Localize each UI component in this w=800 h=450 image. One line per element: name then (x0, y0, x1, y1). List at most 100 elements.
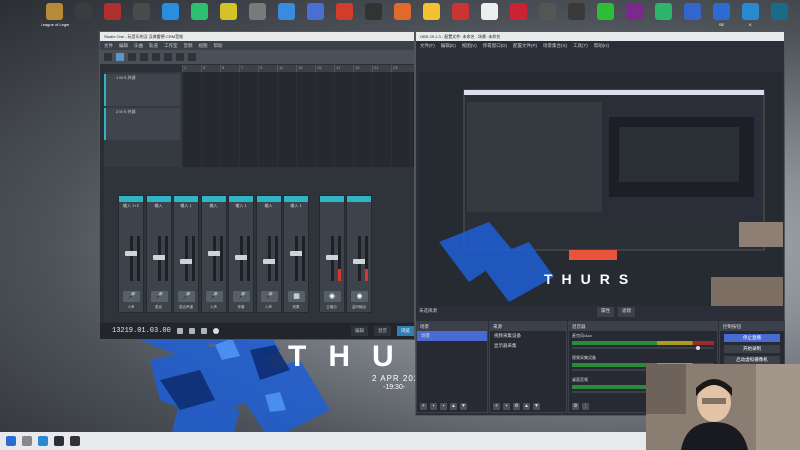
add-icon[interactable]: + (493, 403, 500, 410)
desktop-icon[interactable] (765, 0, 794, 34)
trash-icon[interactable]: ▪ (430, 403, 437, 410)
obs-menu-item[interactable]: 编辑(E) (441, 43, 456, 49)
rewind-icon[interactable] (176, 328, 183, 334)
source-item[interactable]: 视频采集设备 (490, 331, 566, 341)
start-recording-button[interactable]: 开始录制 (724, 345, 780, 353)
desktop-icon[interactable] (98, 0, 127, 34)
virtual-camera-button[interactable]: 启动虚拟摄像机 (724, 356, 780, 364)
obs-menu-item[interactable]: 文件(F) (420, 43, 435, 49)
desktop-icon[interactable] (678, 0, 707, 34)
down-icon[interactable]: ▼ (533, 403, 540, 410)
desktop-icon[interactable] (504, 0, 533, 34)
studio-one-window[interactable]: Studio One - 玩音乐的汉 汉弗雷德·CRM音效 文件 编辑 乐曲 轨道 工作… (99, 31, 415, 340)
tool-select-icon[interactable] (116, 53, 124, 61)
mixer-channel-strip[interactable]: 输入 🎤 麦克 (145, 195, 172, 313)
desktop-icon[interactable] (127, 0, 156, 34)
mixer-channel-strip[interactable]: 输入 1+2 🎤 人声 (118, 195, 144, 313)
up-icon[interactable]: ▲ (523, 403, 530, 410)
timeline-ruler[interactable]: 1 3 5 7 9 11 13 15 17 19 21 23 (182, 65, 414, 72)
mixer-channel-strip[interactable]: 输入 1 ▦ 效果 (283, 195, 309, 313)
obs-menu-item[interactable]: 帮助(H) (594, 43, 609, 49)
tool-mute-icon[interactable] (164, 53, 172, 61)
tab-edit[interactable]: 编辑 (351, 326, 368, 336)
mixer-channel-strip[interactable]: 输入 🎤 人声 (255, 195, 282, 313)
desktop-icon[interactable]: K (736, 0, 765, 34)
play-icon[interactable] (188, 328, 195, 334)
up-icon[interactable]: ▲ (450, 403, 457, 410)
tool-pencil-icon[interactable] (128, 53, 136, 61)
menu-icon[interactable]: ⋮ (582, 403, 589, 410)
microphone-icon[interactable]: ▦ (288, 291, 305, 302)
desktop-icon[interactable]: League of Legends (40, 0, 69, 34)
desktop-icon[interactable] (388, 0, 417, 34)
filters-button[interactable]: 滤镜 (618, 307, 635, 317)
mixer-channel-strip[interactable]: 输入 1 🎤 伴奏 (228, 195, 254, 313)
gear-icon[interactable]: ⚙ (572, 403, 579, 410)
obs-menu-item[interactable]: 配置文件(P) (513, 43, 537, 49)
desktop-icon[interactable] (562, 0, 591, 34)
obs-menu-item[interactable]: 视图(V) (462, 43, 477, 49)
desktop-icon[interactable]: SE (707, 0, 736, 34)
obs-menu-item[interactable]: 工具(T) (573, 43, 588, 49)
desktop-icon[interactable] (330, 0, 359, 34)
obs-preview[interactable]: THURS (419, 72, 783, 306)
desktop-icon[interactable] (156, 0, 185, 34)
tab-browse[interactable]: 浏览 (397, 326, 414, 336)
taskbar-search-icon[interactable] (22, 436, 32, 446)
microphone-icon[interactable]: 🎤 (150, 291, 168, 302)
record-icon[interactable] (212, 328, 219, 334)
studio-menu-item[interactable]: 工作室 (164, 43, 178, 49)
add-icon[interactable]: + (420, 403, 427, 410)
studio-menu-item[interactable]: 帮助 (214, 43, 223, 49)
track-area[interactable]: 1 M S 外部 2 M S 外部 (104, 72, 414, 167)
scene-item[interactable]: 场景 (417, 331, 487, 341)
microphone-icon[interactable]: ◉ (323, 291, 341, 302)
microphone-icon[interactable]: 🎤 (233, 291, 250, 302)
stop-icon[interactable] (200, 328, 207, 334)
taskbar-edge-icon[interactable] (38, 436, 48, 446)
desktop-icon[interactable] (533, 0, 562, 34)
desktop-icon[interactable] (417, 0, 446, 34)
mixer-channel-strip[interactable]: ◉ 监听输出 (346, 195, 372, 313)
desktop-icon[interactable] (620, 0, 649, 34)
desktop-icon[interactable] (649, 0, 678, 34)
taskbar-obs-icon[interactable] (70, 436, 80, 446)
properties-button[interactable]: 属性 (597, 307, 614, 317)
studio-menu-item[interactable]: 轨道 (149, 43, 158, 49)
desktop-icon[interactable] (185, 0, 214, 34)
microphone-icon[interactable]: 🎤 (205, 291, 223, 302)
mixer-channel-strip[interactable]: 输入 🎤 人声 (200, 195, 227, 313)
obs-window[interactable]: OBS 29.1.3 - 配置文件: 未命名 - 场景: 未命名 文件(F) 编辑… (415, 31, 785, 416)
microphone-icon[interactable]: 🎤 (123, 291, 140, 302)
desktop-icon[interactable] (301, 0, 330, 34)
obs-titlebar[interactable]: OBS 29.1.3 - 配置文件: 未命名 - 场景: 未命名 (416, 32, 784, 41)
gear-icon[interactable]: ⚙ (513, 403, 520, 410)
desktop-icon[interactable] (359, 0, 388, 34)
microphone-icon[interactable]: 🎤 (260, 291, 278, 302)
microphone-icon[interactable]: 🎤 (178, 291, 195, 302)
microphone-icon[interactable]: ◉ (351, 291, 368, 302)
arrange-grid[interactable] (182, 72, 414, 167)
track-header[interactable]: 1 M S 外部 (104, 74, 180, 106)
desktop-icon[interactable] (272, 0, 301, 34)
volume-slider[interactable] (572, 346, 714, 350)
studio-menu-item[interactable]: 音频 (184, 43, 193, 49)
desktop-icon[interactable] (591, 0, 620, 34)
obs-menu-item[interactable]: 停靠窗口(D) (483, 43, 507, 49)
trash-icon[interactable]: ▪ (503, 403, 510, 410)
source-item[interactable]: 显示器采集 (490, 341, 566, 351)
tool-listen-icon[interactable] (176, 53, 184, 61)
studio-menu-item[interactable]: 视图 (199, 43, 208, 49)
desktop-icon[interactable] (794, 0, 800, 34)
taskbar-studio-one-icon[interactable] (54, 436, 64, 446)
desktop-icon[interactable] (214, 0, 243, 34)
studio-menu-item[interactable]: 乐曲 (134, 43, 143, 49)
desktop-icon[interactable] (446, 0, 475, 34)
desktop-icon[interactable] (243, 0, 272, 34)
tool-eraser-icon[interactable] (140, 53, 148, 61)
studio-menu-item[interactable]: 编辑 (119, 43, 128, 49)
tool-scissors-icon[interactable] (152, 53, 160, 61)
filter-icon[interactable]: ▪ (440, 403, 447, 410)
studio-menu-item[interactable]: 文件 (104, 43, 113, 49)
tool-snap-icon[interactable] (188, 53, 196, 61)
